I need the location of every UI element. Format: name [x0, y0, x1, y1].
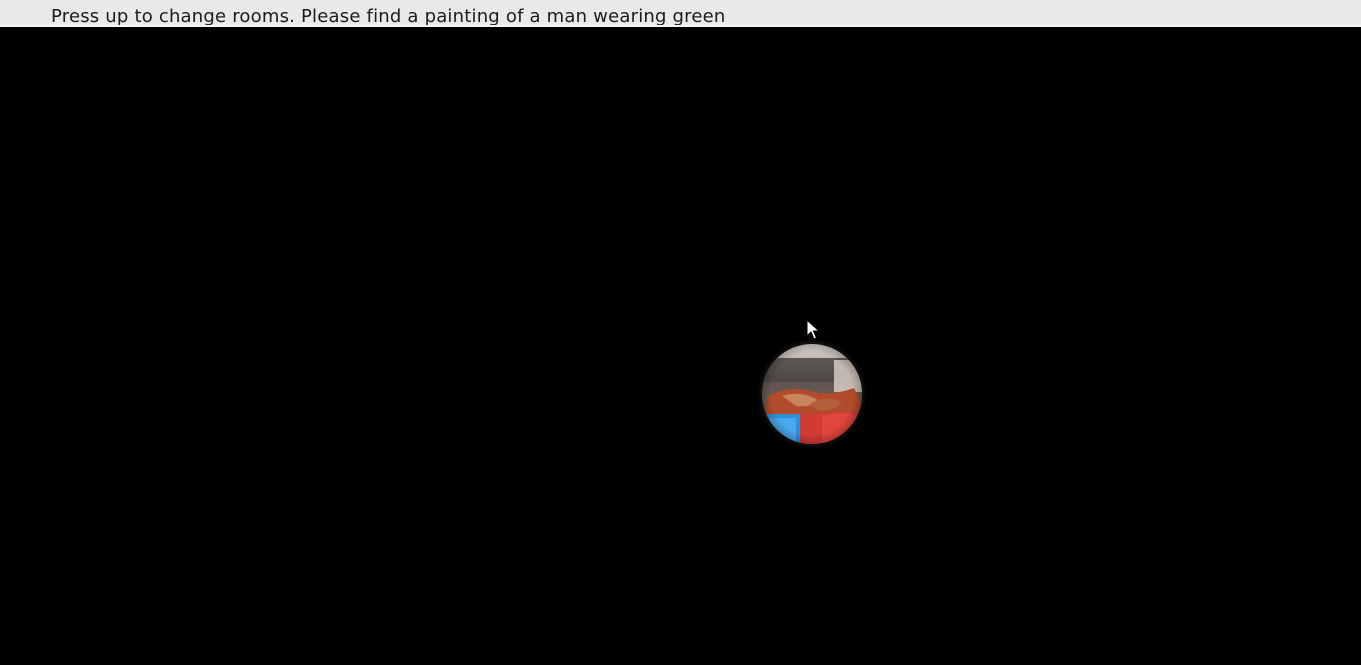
instruction-text: Press up to change rooms. Please find a …	[51, 6, 726, 27]
dark-room-viewport[interactable]	[0, 27, 1361, 665]
game-window[interactable]: Press up to change rooms. Please find a …	[0, 0, 1361, 665]
flashlight-view-icon[interactable]	[762, 344, 862, 444]
mouse-pointer-icon	[806, 319, 820, 340]
instruction-bar: Press up to change rooms. Please find a …	[0, 0, 1361, 27]
